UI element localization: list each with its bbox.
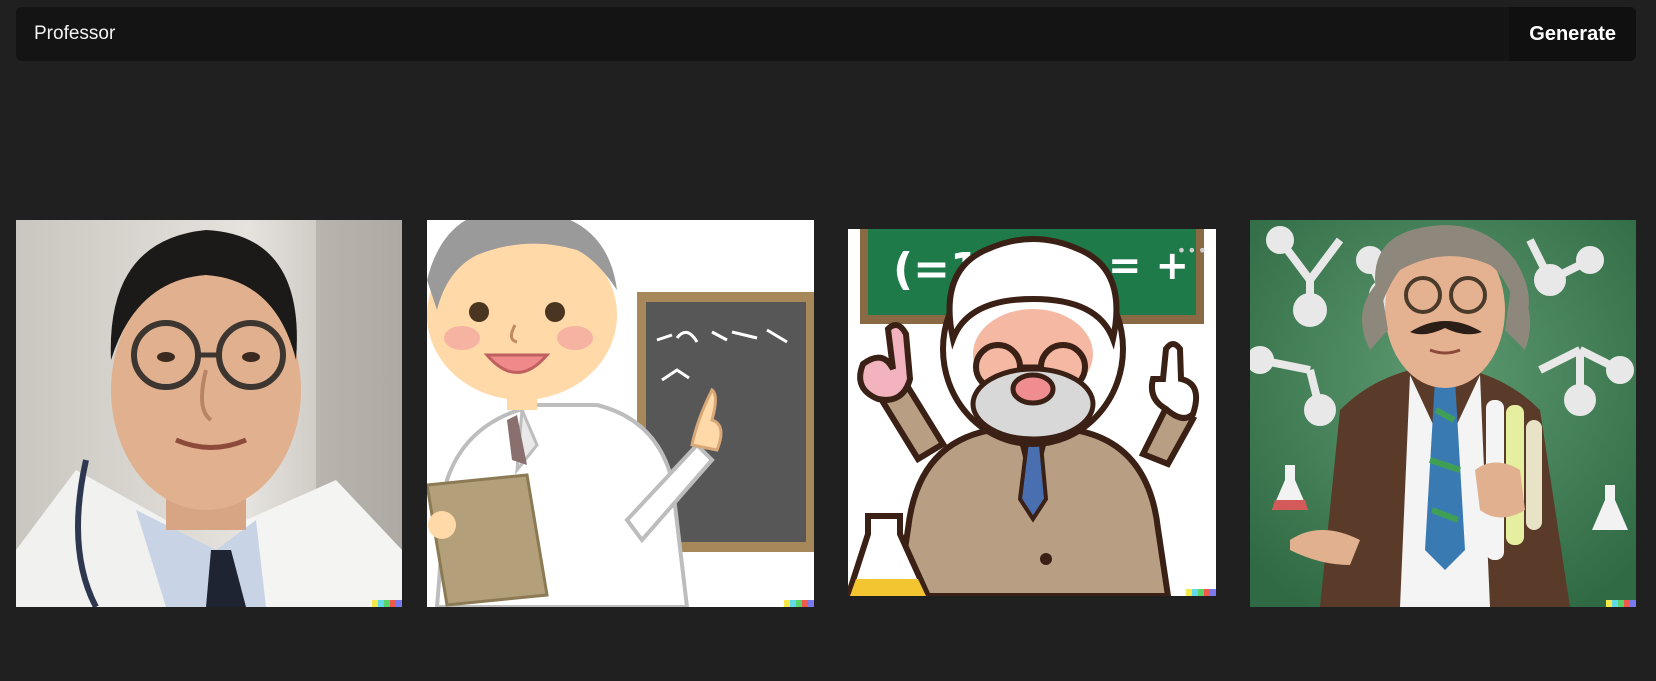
- prompt-input[interactable]: [16, 7, 1510, 61]
- signature-strip: [372, 600, 402, 607]
- more-options-icon[interactable]: •••: [1177, 241, 1208, 260]
- cartoon-old-professor-image: (=1 = +: [848, 229, 1216, 596]
- signature-strip: [1606, 600, 1636, 607]
- signature-swatch: [396, 600, 402, 607]
- signature-swatch: [808, 600, 814, 607]
- signature-strip: [784, 600, 814, 607]
- generated-image-4[interactable]: [1250, 220, 1636, 607]
- generated-image-1[interactable]: [16, 220, 402, 607]
- professor-photo-image: [16, 220, 402, 607]
- cartoon-professor-chalkboard-image: [427, 220, 814, 607]
- eccentric-professor-photo-image: [1250, 220, 1636, 607]
- signature-swatch: [1630, 600, 1636, 607]
- signature-strip: [1186, 589, 1216, 596]
- generate-button[interactable]: Generate: [1509, 7, 1636, 61]
- generated-image-3[interactable]: (=1 = + •••: [848, 229, 1216, 596]
- prompt-bar: Generate: [16, 7, 1636, 61]
- generated-image-2[interactable]: [427, 220, 814, 607]
- signature-swatch: [1210, 589, 1216, 596]
